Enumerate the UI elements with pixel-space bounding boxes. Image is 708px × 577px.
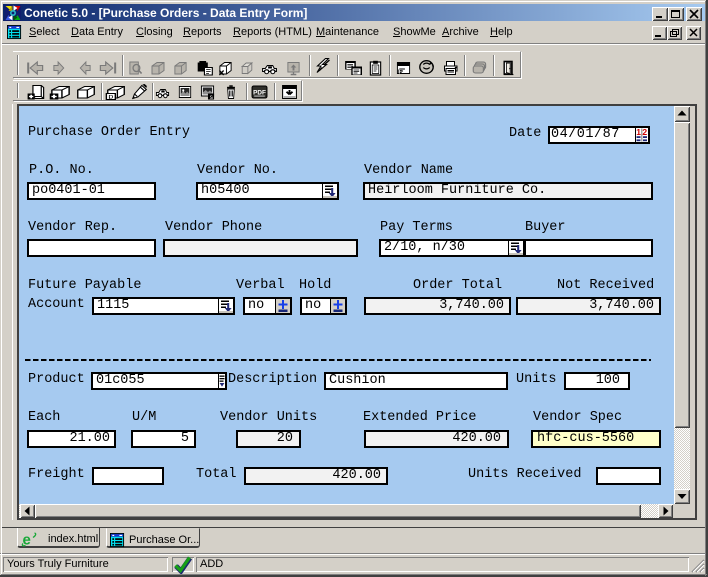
svg-text:p: p [108,94,114,100]
svg-text:s: s [210,94,214,100]
svg-text:e: e [23,532,31,548]
svg-text:PDF: PDF [253,90,266,97]
svg-text:1: 1 [636,128,641,137]
svg-text:2: 2 [642,128,647,137]
